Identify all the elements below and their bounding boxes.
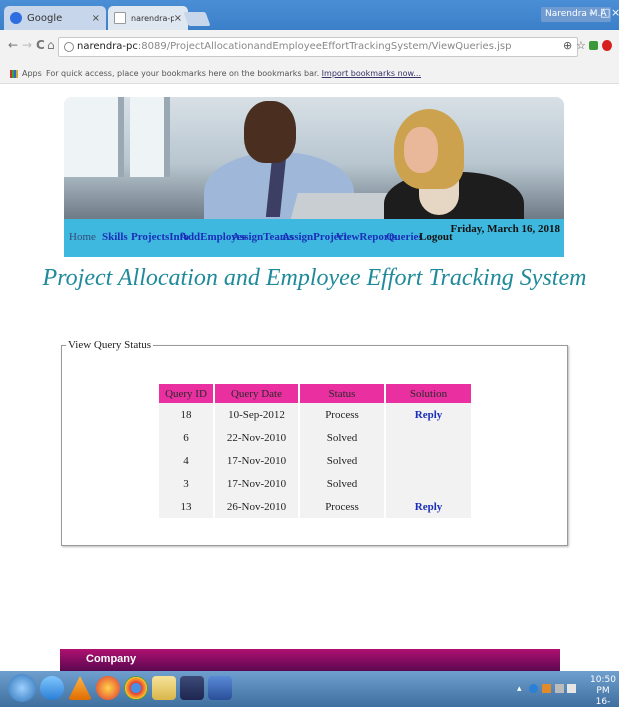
- col-solution: Solution: [386, 384, 471, 403]
- query-date-cell: 26-Nov-2010: [215, 495, 298, 518]
- reload-icon[interactable]: C: [36, 38, 45, 52]
- apps-icon[interactable]: [10, 70, 18, 78]
- nav-home[interactable]: Home: [69, 231, 96, 243]
- solution-cell: Reply: [386, 495, 471, 518]
- current-date: Friday, March 16, 2018: [450, 223, 560, 235]
- chrome-icon[interactable]: [124, 676, 148, 700]
- url-path: :8089/ProjectAllocationandEmployeeEffort…: [137, 41, 512, 52]
- url-host: narendra-pc: [77, 41, 138, 52]
- bookmarks-bar: Apps For quick access, place your bookma…: [0, 64, 619, 84]
- internet-explorer-icon[interactable]: [40, 676, 64, 700]
- table-row: 6 22-Nov-2010 Solved: [159, 426, 471, 449]
- reply-link[interactable]: Reply: [415, 409, 443, 421]
- table-row: 3 17-Nov-2010 Solved: [159, 472, 471, 495]
- status-cell: Process: [300, 403, 384, 426]
- tray-network-icon[interactable]: [529, 684, 538, 693]
- table-row: 4 17-Nov-2010 Solved: [159, 449, 471, 472]
- status-cell: Process: [300, 495, 384, 518]
- query-date-cell: 22-Nov-2010: [215, 426, 298, 449]
- main-nav: Home Skills ProjectsInfo AddEmployes Ass…: [64, 219, 564, 257]
- start-button-icon[interactable]: [8, 674, 36, 702]
- tab-google[interactable]: Google ×: [4, 6, 106, 30]
- query-date-cell: 17-Nov-2010: [215, 472, 298, 495]
- bookmark-star-icon[interactable]: ☆: [576, 39, 586, 52]
- table-row: 18 10-Sep-2012 Process Reply: [159, 403, 471, 426]
- status-cell: Solved: [300, 472, 384, 495]
- google-icon: [10, 12, 22, 24]
- clock-time: 10:50 PM: [590, 675, 616, 696]
- info-icon: [64, 42, 74, 52]
- solution-cell: [386, 426, 471, 449]
- query-date-cell: 10-Sep-2012: [215, 403, 298, 426]
- status-cell: Solved: [300, 449, 384, 472]
- query-id-cell: 3: [159, 472, 213, 495]
- col-status: Status: [300, 384, 384, 403]
- footer-text: Company: [86, 653, 137, 665]
- nav-logout[interactable]: Logout: [419, 231, 453, 243]
- reply-link[interactable]: Reply: [415, 501, 443, 513]
- query-table: Query ID Query Date Status Solution 18 1…: [157, 384, 473, 518]
- banner-woman-face: [404, 127, 438, 173]
- table-row: 13 26-Nov-2010 Process Reply: [159, 495, 471, 518]
- solution-cell: [386, 472, 471, 495]
- address-bar[interactable]: narendra-pc:8089/ProjectAllocationandEmp…: [58, 37, 578, 57]
- header-banner-image: [64, 97, 564, 219]
- tray-display-icon[interactable]: [555, 684, 564, 693]
- word-icon[interactable]: [208, 676, 232, 700]
- tray-show-icons-icon[interactable]: ▴: [517, 684, 522, 694]
- page-icon: [114, 12, 126, 24]
- bookmarks-hint: For quick access, place your bookmarks h…: [46, 64, 421, 84]
- eclipse-icon[interactable]: [180, 676, 204, 700]
- close-tab-icon[interactable]: ×: [92, 13, 100, 24]
- close-tab-icon[interactable]: ×: [174, 13, 182, 24]
- forward-icon[interactable]: →: [22, 38, 32, 52]
- back-icon[interactable]: ←: [8, 38, 18, 52]
- taskbar-clock[interactable]: 10:50 PM 16-Mar-18: [587, 675, 619, 707]
- col-query-date: Query Date: [215, 384, 298, 403]
- tray-app-icon[interactable]: [542, 684, 551, 693]
- windows-taskbar: [0, 671, 619, 707]
- file-explorer-icon[interactable]: [152, 676, 176, 700]
- nav-queries[interactable]: Queries: [386, 231, 423, 243]
- banner-man-head: [244, 101, 296, 163]
- minimize-icon[interactable]: –: [589, 6, 595, 19]
- banner-window: [130, 97, 170, 177]
- query-id-cell: 4: [159, 449, 213, 472]
- close-window-icon[interactable]: ×: [611, 6, 619, 19]
- extension-icon[interactable]: [589, 41, 598, 50]
- home-icon[interactable]: ⌂: [47, 38, 55, 52]
- status-cell: Solved: [300, 426, 384, 449]
- table-header-row: Query ID Query Date Status Solution: [159, 384, 471, 403]
- import-bookmarks-link[interactable]: Import bookmarks now...: [322, 69, 421, 78]
- page-footer: Company: [60, 649, 560, 671]
- query-id-cell: 13: [159, 495, 213, 518]
- firefox-icon[interactable]: [96, 676, 120, 700]
- new-tab-button[interactable]: [183, 12, 211, 26]
- solution-cell: [386, 449, 471, 472]
- clock-date: 16-Mar-18: [595, 697, 611, 707]
- tab-view-queries[interactable]: narendra-pc:8089/Proje ×: [108, 6, 188, 30]
- tray-volume-icon[interactable]: [567, 684, 576, 693]
- query-id-cell: 18: [159, 403, 213, 426]
- tab-label: Google: [27, 12, 63, 24]
- apps-link[interactable]: Apps: [22, 64, 42, 84]
- solution-cell: Reply: [386, 403, 471, 426]
- query-id-cell: 6: [159, 426, 213, 449]
- maximize-icon[interactable]: □: [600, 6, 610, 19]
- fieldset-legend: View Query Status: [66, 339, 154, 351]
- zoom-icon[interactable]: ⊕: [563, 39, 572, 52]
- nav-skills[interactable]: Skills: [102, 231, 128, 243]
- query-date-cell: 17-Nov-2010: [215, 449, 298, 472]
- tab-label: narendra-pc:8089/Proje: [131, 13, 174, 23]
- page-title: Project Allocation and Employee Effort T…: [42, 265, 587, 291]
- bookmarks-hint-text: For quick access, place your bookmarks h…: [46, 69, 320, 78]
- opera-icon[interactable]: [602, 40, 612, 51]
- banner-window: [64, 97, 124, 177]
- col-query-id: Query ID: [159, 384, 213, 403]
